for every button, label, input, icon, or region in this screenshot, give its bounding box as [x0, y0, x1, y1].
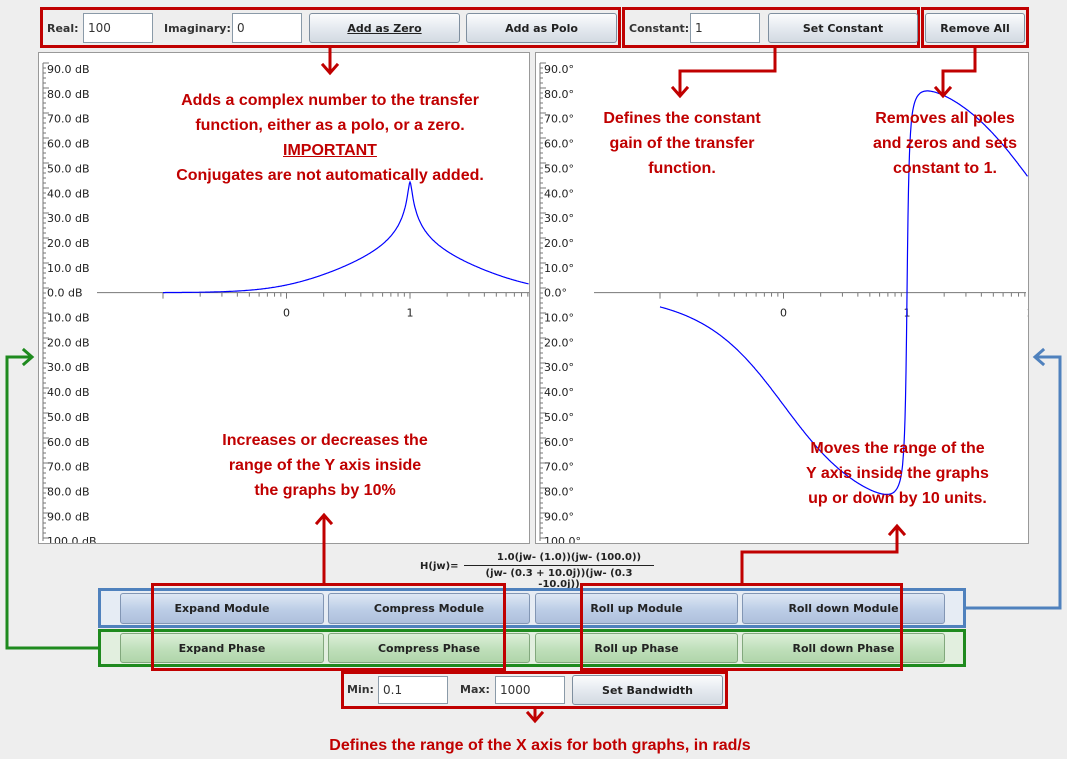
module-x-tick-label: 0 — [283, 307, 290, 320]
phase-y-tick-label: 50.0° — [544, 411, 574, 424]
module-y-tick-label: 60.0 dB — [47, 436, 90, 449]
transfer-function-prefix: H(jw)= — [420, 561, 459, 572]
roll-annotation: Moves the range of the Y axis inside the… — [775, 436, 1020, 511]
remove-all-annotation-line-1: Removes all poles — [875, 110, 1015, 127]
constant-annotation-line-2: gain of the transfer — [609, 135, 755, 152]
important-annotation: IMPORTANT — [283, 142, 377, 159]
phase-y-tick-label: 40.0° — [544, 386, 574, 399]
phase-x-tick-label: 0 — [780, 307, 787, 320]
transfer-function: H(jw)= 1.0(jw- (1.0))(jw- (100.0)) (jw- … — [420, 552, 660, 590]
imaginary-input[interactable] — [232, 13, 302, 43]
roll-highlight — [580, 583, 903, 671]
roll-annotation-line-2: Y axis inside the graphs — [806, 465, 989, 482]
phase-y-tick-label: 80.0° — [544, 88, 574, 101]
phase-panel-connector-head — [21, 347, 35, 367]
add-complex-annotation-line-1: Adds a complex number to the transfer — [181, 92, 479, 109]
expand-annotation-line-3: the graphs by 10% — [254, 482, 396, 499]
imaginary-label: Imaginary: — [164, 22, 231, 35]
remove-all-annotation-line-2: and zeros and sets — [872, 135, 1018, 152]
roll-annotation-line-1: Moves the range of the — [810, 440, 985, 457]
module-y-tick-label: 60.0 dB — [47, 138, 90, 151]
phase-y-tick-label: 30.0° — [544, 212, 574, 225]
module-y-tick-label: 40.0 dB — [47, 187, 90, 200]
max-label: Max: — [460, 683, 490, 696]
module-y-tick-label: 50.0 dB — [47, 411, 90, 424]
remove-all-button[interactable]: Remove All — [925, 13, 1025, 43]
add-as-zero-label: Add as Zero — [347, 21, 422, 35]
phase-y-tick-label: 60.0° — [544, 436, 574, 449]
phase-y-tick-label: 30.0° — [544, 361, 574, 374]
constant-annotation: Defines the constant gain of the transfe… — [572, 106, 792, 181]
set-constant-label: Set Constant — [802, 21, 884, 35]
constant-annotation-line-1: Defines the constant — [603, 110, 761, 127]
phase-y-tick-label: 40.0° — [544, 187, 574, 200]
fraction-bar — [464, 565, 654, 566]
expand-compress-highlight — [151, 583, 506, 671]
min-bandwidth-input[interactable] — [378, 676, 448, 704]
min-label: Min: — [347, 683, 374, 696]
module-y-tick-label: 80.0 dB — [47, 485, 90, 498]
module-y-tick-label: 30.0 dB — [47, 361, 90, 374]
phase-x-tick-label: 2 — [1027, 307, 1028, 320]
module-y-tick-label: 50.0 dB — [47, 162, 90, 175]
bandwidth-annotation: Defines the range of the X axis for both… — [329, 737, 751, 754]
remove-all-label: Remove All — [940, 21, 1010, 35]
phase-y-tick-label: 20.0° — [544, 336, 574, 349]
bandwidth-arrow-head — [525, 710, 545, 724]
constant-annotation-line-3: function. — [648, 160, 716, 177]
roll-annotation-line-3: up or down by 10 units. — [808, 490, 987, 507]
module-y-tick-label: 70.0 dB — [47, 461, 90, 474]
module-panel-connector-head — [1032, 347, 1046, 367]
add-complex-annotation: Adds a complex number to the transfer fu… — [130, 88, 530, 188]
module-y-tick-label: 30.0 dB — [47, 212, 90, 225]
set-bandwidth-label: Set Bandwidth — [602, 683, 693, 697]
constant-label: Constant: — [629, 22, 690, 35]
expand-annotation: Increases or decreases the range of the … — [180, 428, 470, 503]
add-complex-annotation-line-2: function, either as a polo, or a zero. — [195, 117, 465, 134]
phase-y-tick-label: 50.0° — [544, 162, 574, 175]
phase-y-tick-label: 100.0° — [544, 535, 581, 543]
phase-y-tick-label: 80.0° — [544, 485, 574, 498]
module-y-tick-label: 0.0 dB — [47, 287, 83, 300]
module-x-tick-label: 1 — [407, 307, 414, 320]
module-y-tick-label: 90.0 dB — [47, 510, 90, 523]
set-bandwidth-button[interactable]: Set Bandwidth — [572, 675, 723, 705]
module-y-tick-label: 20.0 dB — [47, 237, 90, 250]
phase-y-tick-label: 70.0° — [544, 113, 574, 126]
expand-annotation-line-1: Increases or decreases the — [222, 432, 428, 449]
remove-all-annotation: Removes all poles and zeros and sets con… — [845, 106, 1045, 181]
phase-y-tick-label: 10.0° — [544, 262, 574, 275]
real-input[interactable] — [83, 13, 153, 43]
real-label: Real: — [47, 22, 79, 35]
phase-y-tick-label: 20.0° — [544, 237, 574, 250]
add-as-zero-button[interactable]: Add as Zero — [309, 13, 460, 43]
phase-y-tick-label: 0.0° — [544, 287, 567, 300]
module-y-tick-label: 20.0 dB — [47, 336, 90, 349]
phase-y-tick-label: 90.0° — [544, 63, 574, 76]
expand-annotation-line-2: range of the Y axis inside — [228, 457, 422, 474]
remove-all-annotation-line-3: constant to 1. — [892, 160, 997, 177]
max-bandwidth-input[interactable] — [495, 676, 565, 704]
phase-y-tick-label: 70.0° — [544, 461, 574, 474]
add-as-polo-button[interactable]: Add as Polo — [466, 13, 617, 43]
phase-y-tick-label: 10.0° — [544, 312, 574, 325]
phase-y-tick-label: 90.0° — [544, 510, 574, 523]
conjugates-annotation: Conjugates are not automatically added. — [176, 167, 484, 184]
set-constant-button[interactable]: Set Constant — [768, 13, 918, 43]
module-curve — [163, 180, 529, 294]
module-y-tick-label: 70.0 dB — [47, 113, 90, 126]
add-as-polo-label: Add as Polo — [505, 21, 578, 35]
module-y-tick-label: 100.0 dB — [47, 535, 97, 543]
module-y-tick-label: 90.0 dB — [47, 63, 90, 76]
module-y-tick-label: 40.0 dB — [47, 386, 90, 399]
module-y-tick-label: 10.0 dB — [47, 262, 90, 275]
module-y-tick-label: 10.0 dB — [47, 312, 90, 325]
phase-y-tick-label: 60.0° — [544, 138, 574, 151]
constant-input[interactable] — [690, 13, 760, 43]
transfer-function-numerator: 1.0(jw- (1.0))(jw- (100.0)) — [496, 552, 642, 563]
module-y-tick-label: 80.0 dB — [47, 88, 90, 101]
